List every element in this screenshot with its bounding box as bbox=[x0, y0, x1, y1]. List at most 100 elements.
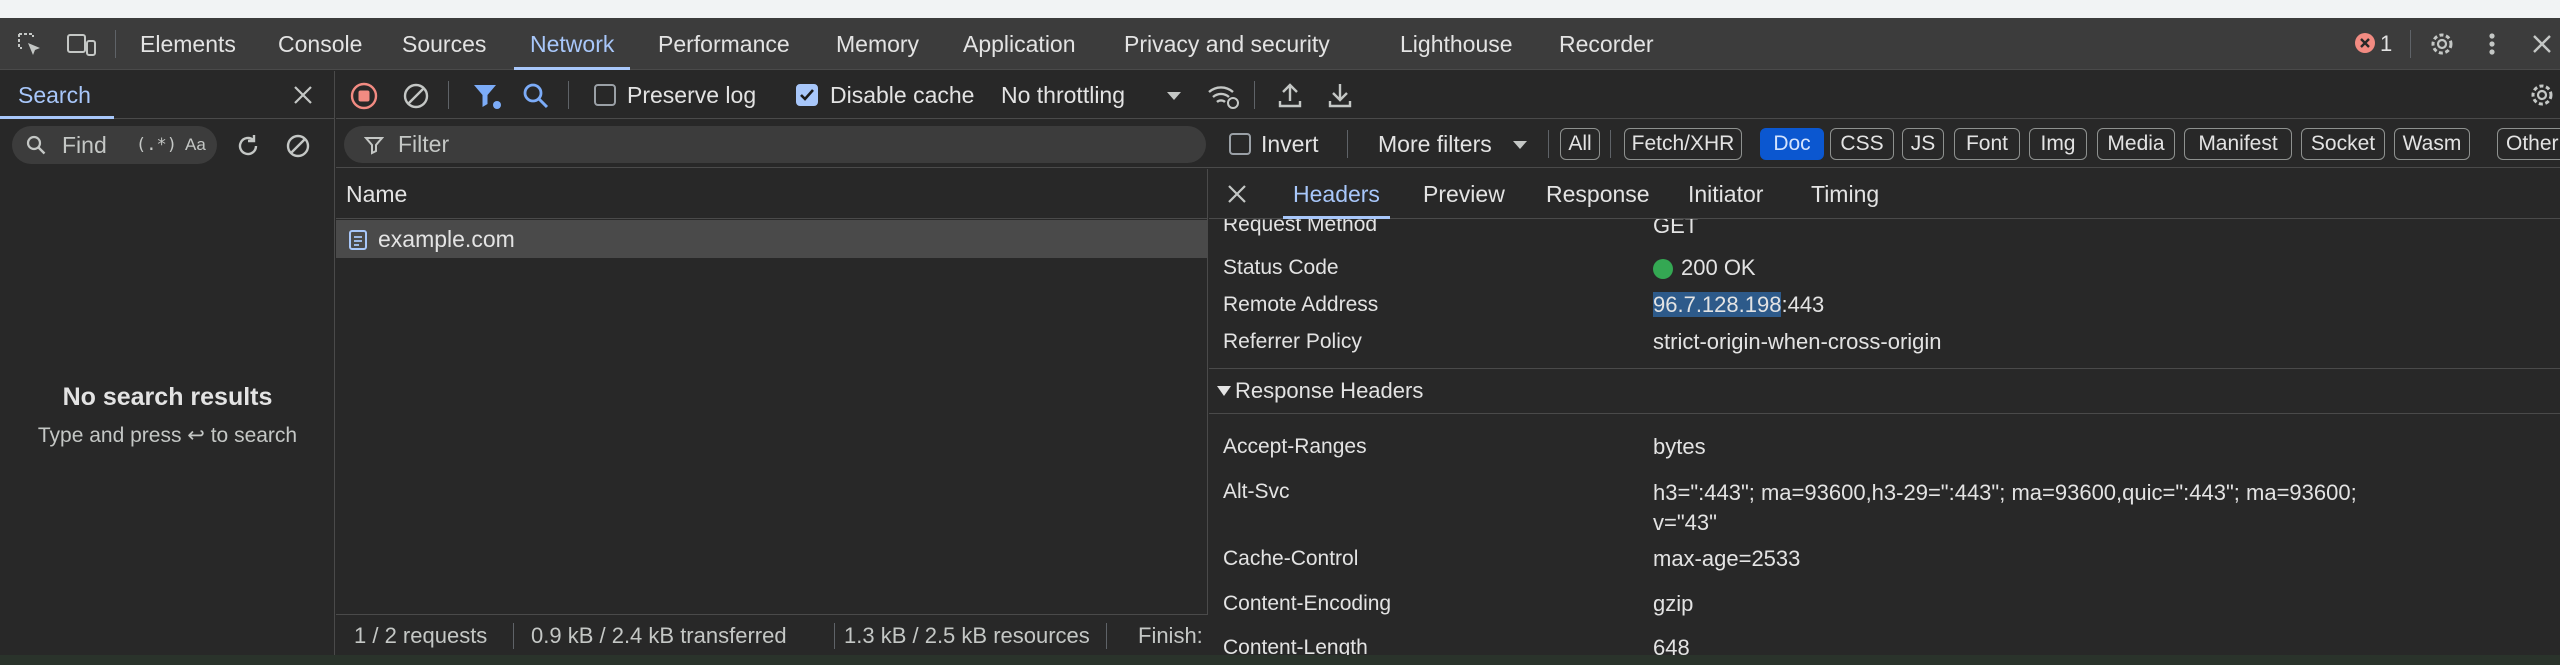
clear-search-icon[interactable] bbox=[284, 132, 312, 160]
search-panel-title[interactable]: Search bbox=[18, 71, 91, 119]
filter-placeholder: Filter bbox=[398, 131, 450, 157]
throttling-select[interactable]: No throttling bbox=[1001, 71, 1201, 119]
request-list: Name example.com 1 / 2 requests 0.9 kB /… bbox=[336, 169, 1208, 655]
search-panel-header: Search bbox=[0, 71, 335, 119]
header-key: Status Code bbox=[1223, 256, 1339, 279]
tab-recorder[interactable]: Recorder bbox=[1559, 18, 1654, 70]
network-conditions-icon[interactable] bbox=[1206, 82, 1240, 110]
filter-pill-img[interactable]: Img bbox=[2029, 128, 2087, 160]
tab-application[interactable]: Application bbox=[963, 18, 1076, 70]
filter-pill-css[interactable]: CSS bbox=[1830, 128, 1894, 160]
refresh-icon[interactable] bbox=[234, 132, 262, 160]
throttling-value: No throttling bbox=[1001, 82, 1126, 108]
search-icon bbox=[26, 135, 46, 155]
filter-pill-socket[interactable]: Socket bbox=[2301, 128, 2385, 160]
remote-address-port: :443 bbox=[1781, 292, 1825, 317]
tab-memory[interactable]: Memory bbox=[836, 18, 919, 70]
remote-address-value: 96.7.128.198:443 bbox=[1653, 292, 1824, 318]
filter-row: Filter Invert More filters All Fetch/XHR… bbox=[336, 120, 2560, 168]
tab-privacy-and-security[interactable]: Privacy and security bbox=[1124, 18, 1330, 70]
tab-network[interactable]: Network bbox=[513, 18, 631, 70]
header-value: bytes bbox=[1653, 434, 1706, 459]
page-background-strip bbox=[0, 655, 2560, 665]
header-key: Alt-Svc bbox=[1223, 480, 1290, 503]
finish-time: Finish: bbox=[1138, 623, 1203, 648]
tab-sources[interactable]: Sources bbox=[402, 18, 486, 70]
more-filters-dropdown[interactable]: More filters bbox=[1378, 120, 1538, 168]
filter-pill-font[interactable]: Font bbox=[1954, 128, 2020, 160]
document-icon bbox=[349, 230, 367, 250]
browser-top-strip bbox=[0, 0, 2560, 18]
devtools-window: Elements Console Sources Network Perform… bbox=[0, 18, 2560, 655]
chevron-down-icon bbox=[1167, 92, 1181, 100]
request-name: example.com bbox=[378, 226, 515, 252]
more-filters-label: More filters bbox=[1378, 131, 1492, 157]
filter-input[interactable]: Filter bbox=[344, 126, 1206, 163]
filter-pill-manifest[interactable]: Manifest bbox=[2184, 128, 2292, 160]
checkmark-icon bbox=[800, 89, 814, 101]
filter-funnel-icon bbox=[364, 137, 384, 155]
preserve-log-checkbox[interactable] bbox=[594, 84, 616, 106]
network-settings-gear-icon[interactable] bbox=[2528, 81, 2556, 109]
tab-response[interactable]: Response bbox=[1546, 169, 1650, 219]
filter-pill-other[interactable]: Other bbox=[2497, 128, 2560, 160]
header-key: Referrer Policy bbox=[1223, 330, 1362, 353]
header-key: Remote Address bbox=[1223, 293, 1379, 316]
filter-pill-doc[interactable]: Doc bbox=[1760, 128, 1824, 160]
table-row[interactable]: example.com bbox=[336, 220, 1208, 258]
filter-pill-media[interactable]: Media bbox=[2097, 128, 2175, 160]
filter-icon[interactable] bbox=[472, 82, 502, 110]
clear-log-icon[interactable] bbox=[402, 82, 430, 110]
export-har-icon[interactable] bbox=[1326, 81, 1354, 109]
stop-recording-icon[interactable] bbox=[350, 82, 378, 110]
filter-pill-all[interactable]: All bbox=[1560, 128, 1600, 160]
main-tab-bar: Elements Console Sources Network Perform… bbox=[0, 18, 2560, 70]
header-key: Content-Length bbox=[1223, 636, 1368, 655]
disable-cache-label[interactable]: Disable cache bbox=[830, 71, 974, 119]
search-hint: Type and press ↩ to search bbox=[37, 424, 298, 447]
header-value: h3=":443"; ma=93600,h3-29=":443"; ma=936… bbox=[1653, 480, 2357, 505]
inspect-element-icon[interactable] bbox=[16, 31, 44, 59]
tab-initiator[interactable]: Initiator bbox=[1688, 169, 1763, 219]
filter-pill-wasm[interactable]: Wasm bbox=[2394, 128, 2470, 160]
search-network-icon[interactable] bbox=[522, 82, 550, 110]
tab-console[interactable]: Console bbox=[278, 18, 362, 70]
no-search-results: No search results bbox=[62, 383, 273, 411]
regex-toggle[interactable]: (.*) bbox=[136, 126, 177, 164]
tab-timing[interactable]: Timing bbox=[1811, 169, 1879, 219]
close-devtools-icon[interactable] bbox=[2530, 32, 2554, 56]
tab-headers[interactable]: Headers bbox=[1283, 169, 1390, 219]
settings-gear-icon[interactable] bbox=[2428, 30, 2456, 58]
response-headers-section[interactable]: Response Headers bbox=[1209, 368, 2560, 414]
tab-preview[interactable]: Preview bbox=[1423, 169, 1505, 219]
match-case-toggle[interactable]: Aa bbox=[185, 126, 206, 164]
network-status-bar: 1 / 2 requests 0.9 kB / 2.4 kB transferr… bbox=[336, 614, 1208, 655]
preserve-log-label[interactable]: Preserve log bbox=[627, 71, 756, 119]
import-har-icon[interactable] bbox=[1276, 81, 1304, 109]
close-details-icon[interactable] bbox=[1227, 184, 1247, 204]
tab-elements[interactable]: Elements bbox=[140, 18, 236, 70]
tab-performance[interactable]: Performance bbox=[658, 18, 790, 70]
close-search-icon[interactable] bbox=[292, 84, 314, 106]
error-icon bbox=[2355, 33, 2375, 53]
transferred-size: 0.9 kB / 2.4 kB transferred bbox=[531, 623, 787, 648]
status-code-value: 200 OK bbox=[1681, 255, 1756, 280]
request-count: 1 / 2 requests bbox=[354, 623, 488, 648]
invert-label[interactable]: Invert bbox=[1261, 120, 1319, 168]
invert-checkbox[interactable] bbox=[1229, 133, 1251, 155]
header-value-continued: v="43" bbox=[1653, 510, 1717, 535]
column-name-header[interactable]: Name bbox=[346, 169, 407, 219]
filter-pill-js[interactable]: JS bbox=[1902, 128, 1944, 160]
header-value: gzip bbox=[1653, 591, 1694, 616]
expand-caret-icon bbox=[1217, 386, 1231, 396]
find-input[interactable]: Find (.*) Aa bbox=[12, 126, 217, 164]
more-options-icon[interactable] bbox=[2486, 30, 2498, 58]
device-toolbar-icon[interactable] bbox=[66, 31, 96, 59]
network-toolbar: Preserve log Disable cache No throttling bbox=[336, 71, 2560, 119]
error-count: 1 bbox=[2380, 31, 2393, 56]
tab-lighthouse[interactable]: Lighthouse bbox=[1400, 18, 1513, 70]
header-value: 648 bbox=[1653, 635, 1690, 655]
disable-cache-checkbox[interactable] bbox=[796, 84, 818, 106]
resources-size: 1.3 kB / 2.5 kB resources bbox=[844, 623, 1090, 648]
filter-pill-fetch-xhr[interactable]: Fetch/XHR bbox=[1624, 128, 1742, 160]
